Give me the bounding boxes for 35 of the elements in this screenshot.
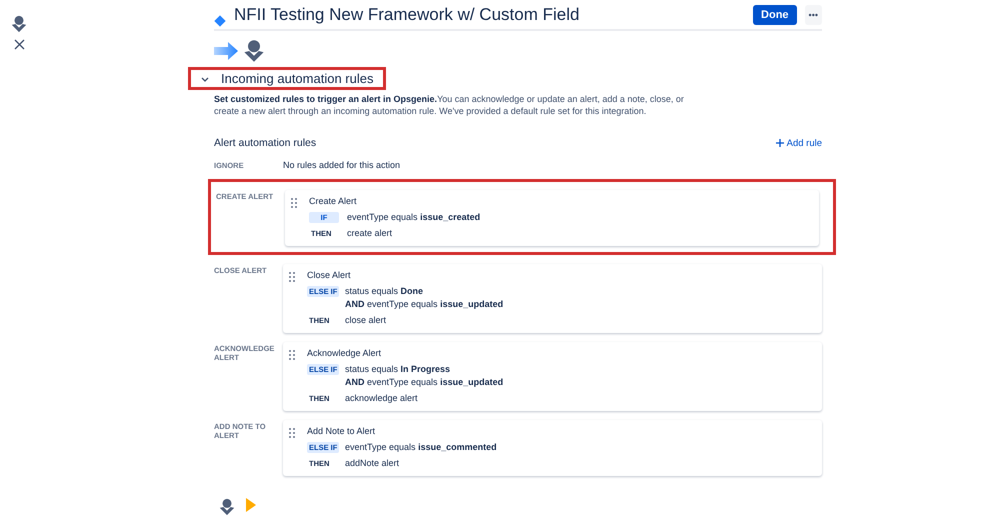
condition-text: eventType equals issue_created: [347, 212, 480, 223]
condition-text: status equals Done: [345, 286, 424, 297]
condition-text: AND eventType equals issue_updated: [345, 299, 504, 310]
action-text: addNote alert: [345, 458, 400, 469]
condition-text: AND eventType equals issue_updated: [345, 377, 504, 388]
arrow-icon: [246, 498, 256, 512]
condition-text: eventType equals issue_commented: [345, 442, 497, 453]
page-title: NFII Testing New Framework w/ Custom Field: [234, 4, 580, 24]
person-icon: [242, 39, 266, 63]
drag-handle-icon[interactable]: [289, 272, 295, 282]
done-button[interactable]: Done: [753, 4, 797, 24]
rule-name: Close Alert: [307, 270, 352, 280]
diamond-icon: [214, 15, 226, 27]
rule-name: Add Note to Alert: [307, 426, 376, 436]
add-rule-link[interactable]: Add rule: [776, 138, 822, 148]
rule-name: Create Alert: [309, 196, 358, 206]
close-icon[interactable]: [14, 39, 24, 50]
rules-heading: Alert automation rules: [214, 137, 316, 149]
more-button[interactable]: •••: [804, 4, 822, 24]
drag-handle-icon[interactable]: [289, 428, 295, 438]
action-text: acknowledge alert: [345, 393, 419, 404]
person-icon: [218, 498, 236, 516]
empty-message: No rules added for this action: [283, 160, 400, 170]
arrow-icon: [214, 42, 238, 60]
section-header[interactable]: Incoming automation rules: [188, 67, 386, 90]
action-text: close alert: [345, 315, 388, 326]
drag-handle-icon[interactable]: [291, 198, 297, 208]
action-text: create alert: [347, 228, 394, 239]
plus-icon: [776, 139, 784, 147]
rule-name: Acknowledge Alert: [307, 348, 382, 358]
drag-handle-icon[interactable]: [289, 350, 295, 360]
section-description: Set customized rules to trigger an alert in Opsgenie.You can acknowledge or update an alert, add a note, close, or create a new alert through an incoming automation rule. We've provided a default rule set for this integration.: [214, 93, 685, 117]
section-title: Incoming automation rules: [221, 71, 374, 86]
condition-text: status equals In Progress: [345, 364, 452, 375]
app-logo-icon: [10, 15, 28, 33]
